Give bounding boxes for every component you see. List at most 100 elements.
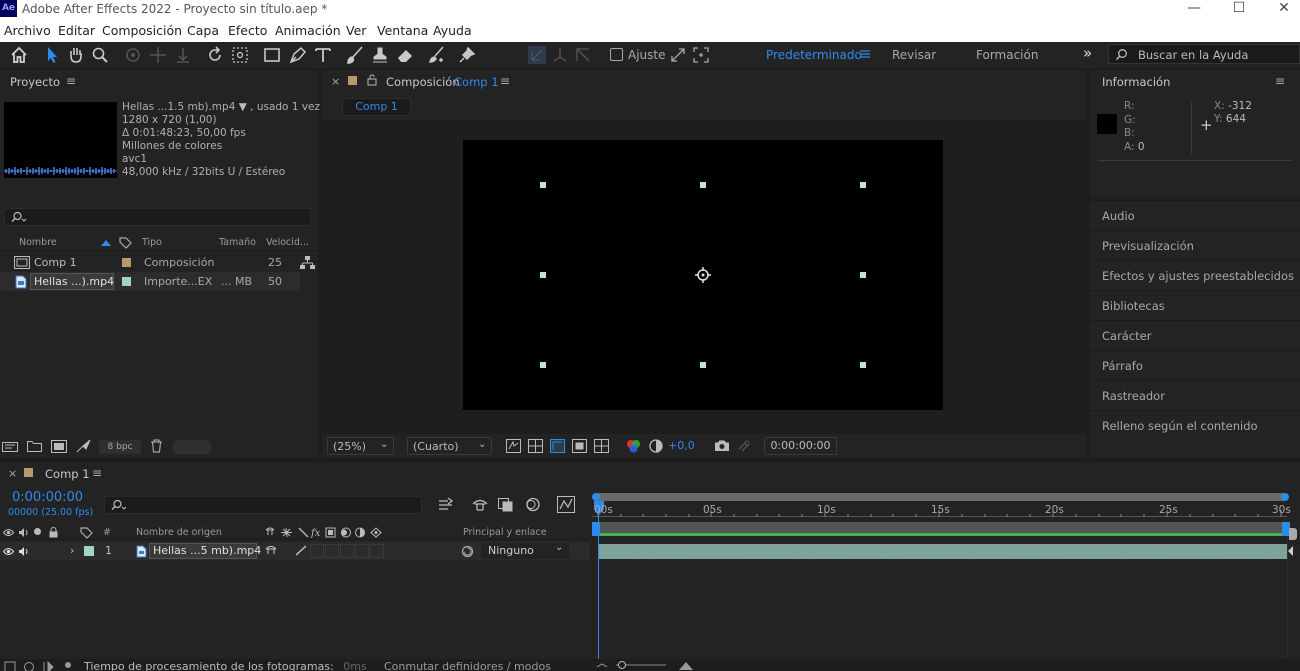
- panel-bibliotecas[interactable]: Bibliotecas: [1090, 290, 1300, 320]
- transform-handle[interactable]: [700, 182, 706, 188]
- panel-caracter[interactable]: Carácter: [1090, 320, 1300, 350]
- column-name[interactable]: Nombre: [19, 237, 57, 248]
- render-queue-icon[interactable]: [76, 439, 91, 453]
- column-parent-link[interactable]: Principal y enlace: [463, 527, 547, 538]
- layer-name[interactable]: Hellas ...5 mb).mp4: [153, 544, 261, 557]
- column-type[interactable]: Tipo: [142, 237, 162, 248]
- sort-ascending-icon[interactable]: [100, 239, 112, 247]
- info-panel-menu-icon[interactable]: ≡: [1275, 74, 1285, 88]
- label-tag-icon[interactable]: [119, 237, 132, 249]
- label-swatch[interactable]: [122, 277, 131, 286]
- snap-checkbox[interactable]: [610, 48, 623, 61]
- snap-features-icon[interactable]: [691, 45, 711, 65]
- mask-visibility-icon[interactable]: [550, 439, 565, 453]
- transparency-grid-icon[interactable]: [528, 439, 543, 453]
- rectangle-tool-icon[interactable]: [262, 45, 282, 65]
- comp-tab[interactable]: Comp 1: [342, 98, 411, 116]
- stretch-icon[interactable]: [62, 661, 74, 671]
- motion-blur-icon[interactable]: [523, 497, 541, 512]
- pick-whip-icon[interactable]: [461, 545, 474, 558]
- toggle-switches-modes-button[interactable]: Conmutar definidores / modos: [384, 660, 551, 671]
- comp-label-swatch[interactable]: [348, 76, 357, 85]
- dolly-camera-icon[interactable]: [173, 45, 193, 65]
- panel-audio[interactable]: Audio: [1090, 200, 1300, 230]
- bit-depth-button[interactable]: 8 bpc: [99, 440, 141, 454]
- shy-layers-icon[interactable]: [471, 497, 489, 512]
- clone-stamp-icon[interactable]: [370, 45, 390, 65]
- resolution-select[interactable]: (Cuarto) ⌄: [407, 437, 492, 455]
- frame-blending-icon[interactable]: [497, 497, 515, 512]
- expand-panel-icon[interactable]: [4, 661, 16, 671]
- composition-panel-label[interactable]: Composición: [386, 75, 460, 89]
- trash-icon[interactable]: [150, 439, 163, 453]
- quality-switch-icon[interactable]: [295, 545, 307, 556]
- transform-handle[interactable]: [540, 182, 546, 188]
- transform-handle[interactable]: [700, 362, 706, 368]
- color-channels-icon[interactable]: [626, 439, 641, 453]
- zoom-in-icon[interactable]: [678, 661, 694, 671]
- timeline-menu-icon[interactable]: ≡: [92, 466, 102, 480]
- transform-handle[interactable]: [540, 272, 546, 278]
- transform-handle[interactable]: [860, 362, 866, 368]
- transfer-controls-icon[interactable]: [23, 661, 35, 671]
- composition-panel-menu-icon[interactable]: ≡: [500, 74, 510, 88]
- workspace-overflow-button[interactable]: »: [1083, 44, 1092, 62]
- grid-guides-icon[interactable]: [594, 439, 609, 453]
- menu-animacion[interactable]: Animación: [275, 23, 341, 38]
- navigator-end-handle[interactable]: [1281, 493, 1289, 501]
- axis-world-icon[interactable]: [550, 45, 570, 65]
- fast-preview-icon[interactable]: [506, 439, 521, 453]
- info-panel-title[interactable]: Información: [1102, 75, 1170, 89]
- reset-exposure-icon[interactable]: [649, 439, 663, 453]
- eraser-icon[interactable]: [395, 45, 415, 65]
- transform-handle[interactable]: [860, 182, 866, 188]
- close-panel-icon[interactable]: ×: [8, 467, 17, 480]
- current-time-display[interactable]: 0:00:00:00: [764, 437, 837, 455]
- menu-ventana[interactable]: Ventana: [377, 23, 428, 38]
- type-tool-icon[interactable]: [313, 45, 333, 65]
- current-time-indicator[interactable]: [598, 502, 599, 659]
- menu-composicion[interactable]: Composición: [102, 23, 182, 38]
- column-size[interactable]: Tamaño: [219, 237, 256, 248]
- show-snapshot-icon[interactable]: [736, 439, 752, 453]
- menu-efecto[interactable]: Efecto: [228, 23, 267, 38]
- workspace-revisar[interactable]: Revisar: [892, 48, 936, 62]
- layer-out-point-icon[interactable]: [1287, 544, 1295, 559]
- zoom-out-icon[interactable]: [596, 663, 608, 671]
- project-item-footage[interactable]: Hellas ...).mp4 Importe...EX ... MB 50: [0, 272, 300, 291]
- footage-dropdown-icon[interactable]: ▼: [239, 101, 247, 113]
- snap-edges-icon[interactable]: [668, 45, 688, 65]
- solo-icon[interactable]: [34, 528, 41, 535]
- project-panel-menu-icon[interactable]: ≡: [66, 74, 76, 88]
- shy-switch-icon[interactable]: [265, 545, 277, 556]
- column-speed[interactable]: Velocid...: [266, 237, 309, 248]
- in-out-icon[interactable]: [42, 661, 54, 671]
- lock-icon[interactable]: [49, 527, 58, 538]
- column-source-name[interactable]: Nombre de origen: [136, 527, 222, 538]
- interpret-footage-icon[interactable]: [2, 440, 18, 453]
- timeline-zoom-thumb[interactable]: [618, 661, 626, 669]
- panel-previsualizacion[interactable]: Previsualización: [1090, 230, 1300, 260]
- composition-name[interactable]: Comp 1: [454, 75, 499, 89]
- menu-ayuda[interactable]: Ayuda: [433, 23, 472, 38]
- puppet-pin-icon[interactable]: [457, 45, 477, 65]
- pan-behind-icon[interactable]: [230, 45, 250, 65]
- audio-speaker-icon[interactable]: [18, 546, 29, 557]
- menu-capa[interactable]: Capa: [187, 23, 219, 38]
- menu-archivo[interactable]: Archivo: [4, 23, 51, 38]
- menu-editar[interactable]: Editar: [58, 23, 95, 38]
- parent-select[interactable]: Ninguno ⌄: [481, 542, 569, 559]
- label-tag-icon[interactable]: [80, 527, 93, 539]
- roto-brush-icon[interactable]: [427, 45, 447, 65]
- label-swatch[interactable]: [122, 258, 131, 267]
- graph-editor-icon[interactable]: [557, 496, 575, 513]
- comp-label-swatch[interactable]: [24, 468, 33, 477]
- maximize-button[interactable]: ☐: [1219, 0, 1259, 18]
- panel-rastreador[interactable]: Rastreador: [1090, 380, 1300, 410]
- time-navigator-bar[interactable]: [594, 493, 1287, 501]
- new-folder-icon[interactable]: [27, 440, 42, 452]
- orbit-camera-icon[interactable]: [123, 45, 143, 65]
- project-item-comp[interactable]: Comp 1 Composición 25: [0, 253, 318, 272]
- layer-row[interactable]: › 1 Hellas ...5 mb).mp4 Ninguno ⌄: [0, 542, 590, 560]
- minimize-button[interactable]: —: [1174, 0, 1214, 18]
